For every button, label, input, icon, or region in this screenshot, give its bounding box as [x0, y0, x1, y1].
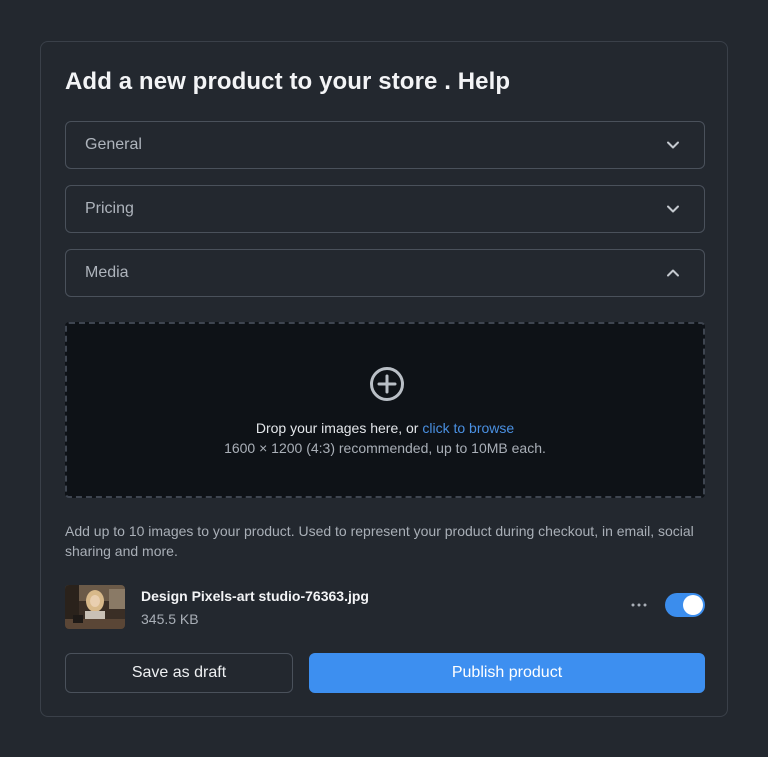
save-draft-button[interactable]: Save as draft — [65, 653, 293, 693]
dropzone-prompt: Drop your images here, or click to brows… — [67, 420, 703, 436]
section-pricing-label: Pricing — [85, 200, 134, 217]
page-title: Add a new product to your store . Help — [65, 68, 511, 95]
chevron-down-icon — [666, 138, 680, 152]
chevron-down-icon — [666, 202, 680, 216]
toggle-knob — [683, 595, 703, 615]
section-media-label: Media — [85, 264, 129, 281]
dropzone-hint: 1600 × 1200 (4:3) recommended, up to 10M… — [224, 440, 546, 456]
more-horizontal-icon[interactable] — [629, 595, 649, 615]
add-product-card: Add a new product to your store . Help G… — [40, 41, 728, 717]
section-general[interactable]: General — [65, 121, 705, 169]
section-media[interactable]: Media — [65, 249, 705, 297]
file-name: Design Pixels-art studio-76363.jpg — [141, 588, 369, 604]
file-size: 345.5 KB — [141, 611, 199, 627]
chevron-up-icon — [666, 266, 680, 280]
file-thumbnail — [65, 585, 125, 629]
add-circle-icon — [370, 367, 404, 401]
publish-product-button[interactable]: Publish product — [309, 653, 705, 693]
file-visibility-toggle[interactable] — [665, 593, 705, 617]
dropzone-prompt-text: Drop your images here, or — [255, 420, 423, 436]
section-general-label: General — [85, 136, 142, 153]
media-help-text: Add up to 10 images to your product. Use… — [65, 523, 694, 559]
section-pricing[interactable]: Pricing — [65, 185, 705, 233]
image-dropzone[interactable]: Drop your images here, or click to brows… — [65, 322, 705, 498]
uploaded-file-row: Design Pixels-art studio-76363.jpg 345.5… — [65, 585, 705, 629]
browse-link[interactable]: click to browse — [422, 420, 514, 436]
